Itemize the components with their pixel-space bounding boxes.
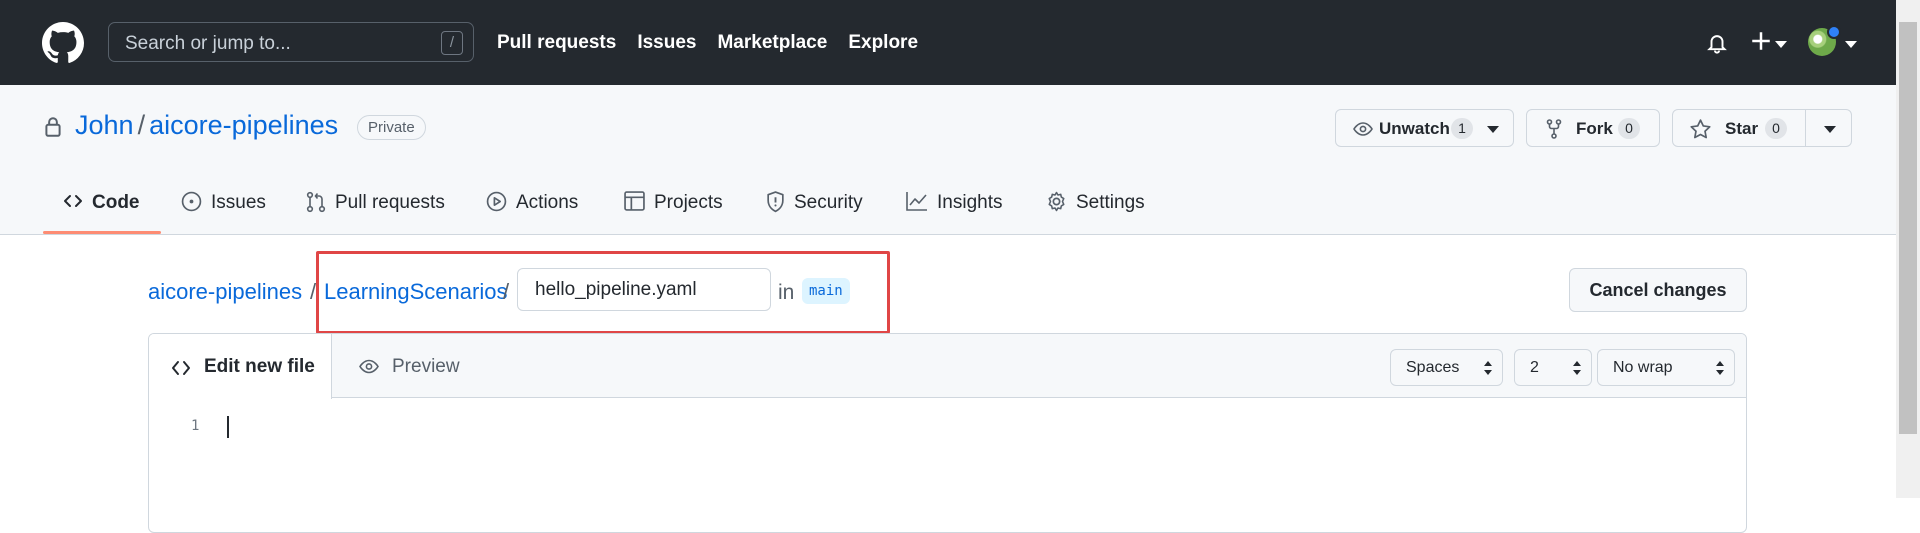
file-editor: Edit new file Preview Spaces 2 No wrap 1: [148, 333, 1747, 533]
preview-tab-label: Preview: [392, 356, 460, 377]
tab-settings-label: Settings: [1076, 192, 1145, 213]
code-icon: [171, 359, 191, 377]
tab-edit-new-file[interactable]: Edit new file: [149, 334, 332, 399]
notification-dot: [1827, 25, 1841, 39]
wrap-mode-select[interactable]: No wrap: [1597, 349, 1735, 386]
search-input[interactable]: Search or jump to... /: [108, 22, 474, 62]
global-header: Search or jump to... / Pull requests Iss…: [0, 0, 1896, 85]
issue-icon: [181, 191, 202, 212]
tab-security-label: Security: [794, 192, 863, 213]
star-button[interactable]: Star 0: [1672, 109, 1852, 147]
search-placeholder: Search or jump to...: [125, 33, 291, 54]
unwatch-label: Unwatch: [1379, 119, 1450, 138]
fork-button[interactable]: Fork 0: [1526, 109, 1660, 147]
wrap-mode-value: No wrap: [1613, 359, 1673, 376]
tab-issues[interactable]: Issues: [181, 182, 266, 234]
chevron-down-icon[interactable]: [1824, 126, 1836, 133]
lock-icon: [44, 116, 62, 138]
select-arrows-icon: [1715, 360, 1725, 376]
code-icon: [63, 191, 83, 211]
nav-pull-requests[interactable]: Pull requests: [497, 32, 616, 54]
eye-icon: [1353, 121, 1373, 137]
active-tab-underline: [43, 231, 161, 234]
fork-count: 0: [1618, 118, 1640, 139]
repo-name-link[interactable]: aicore-pipelines: [149, 110, 338, 140]
chevron-down-icon[interactable]: [1775, 41, 1787, 48]
indent-size-value: 2: [1530, 359, 1539, 376]
select-arrows-icon: [1572, 360, 1582, 376]
fork-icon: [1546, 119, 1562, 139]
line-number: 1: [191, 418, 200, 434]
watch-count: 1: [1451, 118, 1473, 139]
fork-label: Fork: [1576, 119, 1613, 138]
indent-mode-select[interactable]: Spaces: [1390, 349, 1503, 386]
table-icon: [624, 191, 645, 211]
tab-insights-label: Insights: [937, 192, 1003, 213]
breadcrumb-repo-link[interactable]: aicore-pipelines: [148, 279, 302, 305]
nav-explore[interactable]: Explore: [848, 32, 918, 54]
tab-insights[interactable]: Insights: [906, 182, 1002, 234]
chevron-down-icon[interactable]: [1487, 126, 1499, 133]
star-label: Star: [1725, 119, 1759, 138]
editor-toolbar: Edit new file Preview Spaces 2 No wrap: [149, 334, 1746, 399]
scrollbar-thumb[interactable]: [1899, 22, 1917, 434]
nav-marketplace[interactable]: Marketplace: [717, 32, 827, 54]
edit-tab-label: Edit new file: [204, 356, 315, 377]
text-cursor[interactable]: [227, 416, 229, 438]
tab-projects[interactable]: Projects: [624, 182, 723, 234]
chevron-down-icon[interactable]: [1845, 41, 1857, 48]
eye-icon: [359, 359, 379, 374]
star-button-divider: [1805, 109, 1806, 147]
plus-icon[interactable]: [1751, 31, 1771, 51]
tab-actions[interactable]: Actions: [486, 182, 578, 234]
search-shortcut-key: /: [441, 31, 463, 55]
tab-code-label: Code: [92, 192, 140, 213]
visibility-badge: Private: [357, 115, 426, 140]
shield-icon: [766, 191, 785, 213]
annotation-highlight-box: [316, 251, 890, 334]
star-count: 0: [1765, 118, 1787, 139]
tab-pull-requests[interactable]: Pull requests: [306, 182, 445, 234]
tab-actions-label: Actions: [516, 192, 579, 213]
gear-icon: [1046, 191, 1067, 212]
global-nav: Pull requests Issues Marketplace Explore: [497, 32, 918, 54]
pull-request-icon: [306, 191, 326, 213]
play-icon: [486, 191, 507, 212]
star-icon: [1690, 119, 1711, 139]
github-logo-icon[interactable]: [42, 22, 84, 64]
repo-title: John / aicore-pipelines: [75, 110, 338, 141]
indent-size-select[interactable]: 2: [1514, 349, 1592, 386]
indent-mode-value: Spaces: [1406, 359, 1460, 376]
tab-projects-label: Projects: [654, 192, 723, 213]
tab-issues-label: Issues: [211, 192, 266, 213]
tab-pull-requests-label: Pull requests: [335, 192, 445, 213]
unwatch-button[interactable]: Unwatch 1: [1335, 109, 1514, 147]
tab-settings[interactable]: Settings: [1046, 182, 1145, 234]
repo-owner-link[interactable]: John: [75, 110, 134, 140]
repo-title-separator: /: [137, 110, 146, 140]
nav-issues[interactable]: Issues: [637, 32, 696, 54]
graph-icon: [906, 191, 928, 211]
select-arrows-icon: [1483, 360, 1493, 376]
tab-code[interactable]: Code: [63, 182, 140, 234]
bell-icon[interactable]: [1706, 31, 1728, 55]
tab-security[interactable]: Security: [766, 182, 863, 234]
cancel-changes-button[interactable]: Cancel changes: [1569, 268, 1747, 312]
